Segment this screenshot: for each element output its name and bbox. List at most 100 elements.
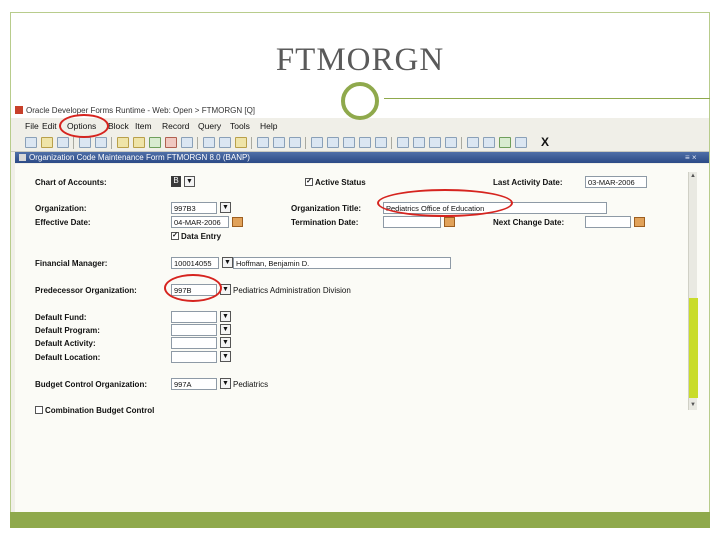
menu-block[interactable]: Block — [108, 121, 129, 131]
organization-dropdown[interactable]: ▼ — [220, 202, 231, 213]
slide-title: FTMORGN — [275, 42, 445, 78]
oracle-app-icon — [15, 106, 23, 114]
financial-manager-dropdown[interactable]: ▼ — [222, 257, 233, 268]
print-preview-icon[interactable] — [57, 137, 69, 148]
default-fund-dropdown[interactable]: ▼ — [220, 311, 231, 322]
active-status-label: Active Status — [315, 178, 366, 187]
lock-record-icon[interactable] — [219, 137, 231, 148]
default-activity-label: Default Activity: — [35, 339, 96, 348]
previous-record-icon[interactable] — [413, 137, 425, 148]
calendar-icon[interactable] — [375, 137, 387, 148]
toolbar-separator — [111, 137, 112, 149]
toolbar-separator — [197, 137, 198, 149]
active-status-checkbox[interactable]: ✓ — [305, 178, 313, 186]
search-icon[interactable] — [311, 137, 323, 148]
message-icon[interactable] — [483, 137, 495, 148]
next-block-icon[interactable] — [95, 137, 107, 148]
vertical-scrollbar[interactable]: ▲ ▼ — [688, 172, 698, 410]
oracle-forms-window: Oracle Developer Forms Runtime - Web: Op… — [11, 104, 709, 512]
scrollbar-thumb[interactable] — [689, 298, 698, 398]
query-help-icon[interactable] — [515, 137, 527, 148]
menu-item[interactable]: Item — [135, 121, 152, 131]
highlight-predecessor-organization — [164, 274, 222, 302]
predecessor-organization-description: Pediatrics Administration Division — [233, 286, 351, 295]
default-fund-field[interactable] — [171, 311, 217, 323]
toolbar-separator — [73, 137, 74, 149]
rollback-icon[interactable] — [41, 137, 53, 148]
clear-record-icon[interactable] — [181, 137, 193, 148]
default-activity-dropdown[interactable]: ▼ — [220, 337, 231, 348]
online-help-icon[interactable] — [467, 137, 479, 148]
termination-date-field[interactable] — [383, 216, 441, 228]
next-change-date-field[interactable] — [585, 216, 631, 228]
menu-query[interactable]: Query — [198, 121, 221, 131]
default-program-field[interactable] — [171, 324, 217, 336]
toolbar-separator — [305, 137, 306, 149]
previous-block-icon[interactable] — [79, 137, 91, 148]
last-activity-date-field[interactable]: 03-MAR-2006 — [585, 176, 647, 188]
menu-tools[interactable]: Tools — [230, 121, 250, 131]
menu-bar: File Edit Options Block Item Record Quer… — [11, 121, 709, 133]
save-icon[interactable] — [25, 137, 37, 148]
form-window-controls[interactable]: ≡ × — [685, 153, 697, 162]
clear-form-icon[interactable] — [273, 137, 285, 148]
title-rule — [384, 98, 710, 99]
first-record-icon[interactable] — [397, 137, 409, 148]
default-activity-field[interactable] — [171, 337, 217, 349]
globe-icon[interactable] — [499, 137, 511, 148]
form-title: Organization Code Maintenance Form FTMOR… — [29, 153, 250, 162]
toolbar-separator — [251, 137, 252, 149]
enter-query-icon[interactable] — [117, 137, 129, 148]
highlight-options-menu — [59, 114, 109, 138]
combination-budget-control-checkbox[interactable] — [35, 406, 43, 414]
budget-control-organization-label: Budget Control Organization: — [35, 380, 147, 389]
scroll-down-icon[interactable]: ▼ — [690, 402, 696, 408]
financial-manager-id-field[interactable]: 100014055 — [171, 257, 219, 269]
chart-of-accounts-dropdown[interactable]: ▼ — [184, 176, 195, 187]
budget-control-organization-description: Pediatrics — [233, 380, 269, 389]
effective-date-calendar-icon[interactable] — [232, 217, 243, 227]
last-record-icon[interactable] — [445, 137, 457, 148]
title-circle-ornament — [341, 82, 379, 120]
calculator-icon[interactable] — [359, 137, 371, 148]
folder-icon[interactable] — [235, 137, 247, 148]
exit-button[interactable]: X — [541, 135, 549, 149]
default-fund-label: Default Fund: — [35, 313, 87, 322]
effective-date-field[interactable]: 04-MAR-2006 — [171, 216, 229, 228]
toolbar: X — [11, 134, 709, 152]
data-entry-checkbox[interactable]: ✓ — [171, 232, 179, 240]
default-program-dropdown[interactable]: ▼ — [220, 324, 231, 335]
termination-date-label: Termination Date: — [291, 218, 359, 227]
default-location-field[interactable] — [171, 351, 217, 363]
termination-date-calendar-icon[interactable] — [444, 217, 455, 227]
copy-icon[interactable] — [289, 137, 301, 148]
next-change-date-label: Next Change Date: — [493, 218, 565, 227]
next-record-icon[interactable] — [429, 137, 441, 148]
scroll-up-icon[interactable]: ▲ — [690, 173, 696, 179]
menu-help[interactable]: Help — [260, 121, 277, 131]
organization-field[interactable]: 997B3 — [171, 202, 217, 214]
form-canvas: Chart of Accounts: B ▼ ✓ Active Status L… — [15, 164, 709, 512]
menu-record[interactable]: Record — [162, 121, 189, 131]
menu-file[interactable]: File — [25, 121, 39, 131]
default-location-dropdown[interactable]: ▼ — [220, 351, 231, 362]
execute-query-icon[interactable] — [133, 137, 145, 148]
budget-control-organization-field[interactable]: 997A — [171, 378, 217, 390]
highlight-organization-title — [377, 189, 513, 217]
insert-record-icon[interactable] — [149, 137, 161, 148]
delete-record-icon[interactable] — [165, 137, 177, 148]
form-titlebar: Organization Code Maintenance Form FTMOR… — [15, 152, 709, 163]
toolbar-separator — [391, 137, 392, 149]
chart-of-accounts-field[interactable]: B — [171, 176, 181, 187]
list-of-values-icon[interactable] — [327, 137, 339, 148]
predecessor-organization-label: Predecessor Organization: — [35, 286, 137, 295]
budget-control-organization-dropdown[interactable]: ▼ — [220, 378, 231, 389]
attachment-icon[interactable] — [203, 137, 215, 148]
effective-date-label: Effective Date: — [35, 218, 91, 227]
next-change-date-calendar-icon[interactable] — [634, 217, 645, 227]
menu-edit[interactable]: Edit — [42, 121, 57, 131]
organization-title-label: Organization Title: — [291, 204, 362, 213]
print-icon[interactable] — [257, 137, 269, 148]
edit-field-icon[interactable] — [343, 137, 355, 148]
form-icon — [19, 154, 26, 161]
